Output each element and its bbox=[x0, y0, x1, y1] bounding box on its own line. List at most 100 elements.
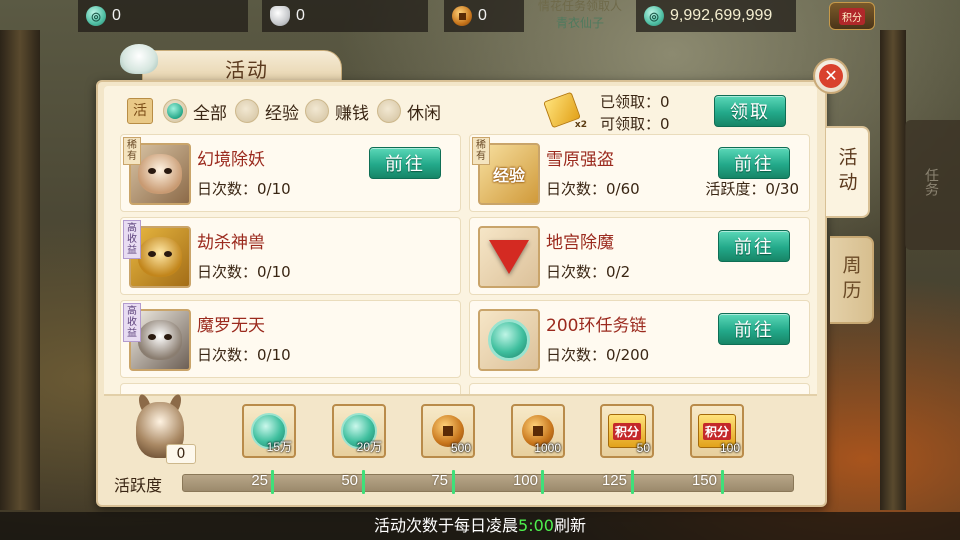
scene-pillar bbox=[880, 30, 906, 510]
red-gem-icon bbox=[478, 226, 540, 288]
radio-icon bbox=[377, 99, 401, 123]
refresh-time: 5:00 bbox=[518, 516, 554, 535]
reward-coin-1000[interactable]: 1000 bbox=[511, 404, 565, 458]
activity-name: 魔罗无天 bbox=[197, 316, 265, 336]
resource-bar: ◎ 0 0 0 情花任务领取人 青衣仙子 ◎ 9,992,699,999 积分 bbox=[0, 0, 960, 32]
activity-list[interactable]: 稀有 幻境除妖 日次数：0/10 前往 经验 稀有 雪原强盗 日次数：0/60 … bbox=[118, 132, 812, 394]
radio-icon bbox=[235, 99, 259, 123]
reward-amount: 500 bbox=[450, 441, 471, 455]
cloud-ornament-icon bbox=[120, 44, 158, 74]
copper-coin-icon bbox=[452, 6, 472, 26]
activity-daily-count: 日次数：0/2 bbox=[546, 263, 631, 281]
activity-daily-count: 日次数：0/10 bbox=[197, 180, 291, 198]
silver-value: 0 bbox=[296, 7, 305, 24]
reward-amount: 50 bbox=[636, 441, 650, 455]
go-button-label: 前往 bbox=[734, 154, 774, 175]
points-button-label: 积分 bbox=[839, 7, 865, 25]
reward-jade-15w[interactable]: 15万 bbox=[242, 404, 296, 458]
scene-notice-line1: 情花任务领取人 bbox=[537, 0, 622, 13]
milestone-value: 50 bbox=[341, 472, 358, 489]
activity-name: 雪原强盗 bbox=[546, 150, 614, 170]
milestone-value: 100 bbox=[512, 472, 538, 489]
tab-activity-label: 活动 bbox=[835, 147, 858, 197]
filter-money[interactable]: 赚钱 bbox=[305, 98, 369, 124]
milestone-marker bbox=[452, 470, 455, 494]
activity-daily-count: 日次数：0/10 bbox=[197, 346, 291, 364]
mascot-count: 0 bbox=[166, 444, 196, 464]
go-button[interactable]: 前往 bbox=[718, 230, 790, 262]
claim-button[interactable]: 领取 bbox=[714, 95, 786, 127]
reward-amount: 15万 bbox=[266, 440, 292, 454]
tab-activity[interactable]: 活动 bbox=[826, 126, 870, 218]
filter-money-label: 赚钱 bbox=[335, 103, 369, 124]
task-side-panel[interactable]: 任务 bbox=[905, 120, 960, 250]
milestone-value: 150 bbox=[691, 472, 717, 489]
claimed-count: 已领取：0 bbox=[600, 93, 670, 111]
go-button[interactable]: 前往 bbox=[718, 147, 790, 179]
milestone-marker bbox=[362, 470, 365, 494]
panel-title: 活动 bbox=[225, 58, 269, 82]
activity-track-label: 活跃度 bbox=[114, 476, 163, 495]
milestone-marker bbox=[271, 470, 274, 494]
reward-amount: 20万 bbox=[356, 440, 382, 454]
claimable-count: 可领取：0 bbox=[600, 115, 670, 133]
scene-pillar bbox=[0, 30, 40, 510]
go-button[interactable]: 前往 bbox=[369, 147, 441, 179]
activity-card: 经验 稀有 雪原强盗 日次数：0/60 活跃度：0/30 前往 bbox=[469, 134, 810, 212]
reward-amount: 1000 bbox=[534, 441, 561, 455]
reward-jade-20w[interactable]: 20万 bbox=[332, 404, 386, 458]
activity-daily-count: 日次数：0/60 bbox=[546, 180, 640, 198]
gold-jade-resource[interactable]: ◎ 9,992,699,999 bbox=[636, 0, 796, 32]
close-button[interactable]: ✕ bbox=[813, 58, 849, 94]
close-icon: ✕ bbox=[819, 64, 843, 88]
scene-notice: 情花任务领取人 青衣仙子 bbox=[520, 0, 640, 32]
tab-weekly-calendar-label: 周历 bbox=[839, 255, 862, 305]
activity-card: 高收益 魔罗无天 日次数：0/10 bbox=[120, 300, 461, 378]
activity-card: 高收益 劫杀神兽 日次数：0/10 bbox=[120, 217, 461, 295]
silver-ingot-icon bbox=[270, 6, 290, 26]
go-button-label: 前往 bbox=[385, 154, 425, 175]
jade-value: 0 bbox=[112, 7, 121, 24]
giftbox-label: 积分 bbox=[612, 422, 641, 440]
rarity-badge: 稀有 bbox=[472, 137, 490, 165]
activity-daily-count: 日次数：0/10 bbox=[197, 263, 291, 281]
filter-all[interactable]: 全部 bbox=[163, 98, 227, 124]
exp-icon-label: 经验 bbox=[492, 166, 525, 185]
go-button[interactable]: 前往 bbox=[718, 313, 790, 345]
activity-card-partial bbox=[469, 383, 810, 394]
filter-leisure[interactable]: 休闲 bbox=[377, 98, 441, 124]
jade-resource: ◎ 0 bbox=[78, 0, 248, 32]
multiplier-label: x2 bbox=[574, 120, 587, 130]
activity-card: 稀有 幻境除妖 日次数：0/10 前往 bbox=[120, 134, 461, 212]
silver-resource: 0 bbox=[262, 0, 428, 32]
reward-points-50[interactable]: 积分 50 bbox=[600, 404, 654, 458]
refresh-notice-suffix: 刷新 bbox=[553, 516, 586, 535]
milestone-marker bbox=[541, 470, 544, 494]
scene-notice-line2: 青衣仙子 bbox=[555, 16, 604, 30]
jade-currency-icon: ◎ bbox=[86, 6, 106, 26]
milestone-marker bbox=[721, 470, 724, 494]
activity-card: 200环任务链 日次数：0/200 前往 bbox=[469, 300, 810, 378]
jade-currency-icon: ◎ bbox=[644, 6, 664, 26]
filter-exp[interactable]: 经验 bbox=[235, 98, 299, 124]
high-yield-badge: 高收益 bbox=[123, 303, 141, 342]
task-side-label: 任务 bbox=[923, 168, 939, 196]
activity-card: 地宫除魔 日次数：0/2 前往 bbox=[469, 217, 810, 295]
milestone-value: 125 bbox=[601, 472, 627, 489]
radio-icon bbox=[305, 99, 329, 123]
activity-name: 劫杀神兽 bbox=[197, 233, 265, 253]
reward-coin-500[interactable]: 500 bbox=[421, 404, 475, 458]
activity-book-icon: 活 bbox=[127, 98, 153, 124]
reward-points-100[interactable]: 积分 100 bbox=[690, 404, 744, 458]
jade-ring-icon bbox=[478, 309, 540, 371]
giftbox-label: 积分 bbox=[702, 422, 731, 440]
milestone-marker bbox=[631, 470, 634, 494]
copper-resource: 0 bbox=[444, 0, 524, 32]
tab-weekly-calendar[interactable]: 周历 bbox=[830, 236, 874, 324]
go-button-label: 前往 bbox=[734, 320, 774, 341]
claim-button-label: 领取 bbox=[730, 102, 770, 123]
filter-leisure-label: 休闲 bbox=[407, 103, 441, 124]
points-button[interactable]: 积分 bbox=[829, 2, 875, 30]
refresh-notice-prefix: 活动次数于每日凌晨 bbox=[374, 516, 519, 535]
go-button-label: 前往 bbox=[734, 237, 774, 258]
